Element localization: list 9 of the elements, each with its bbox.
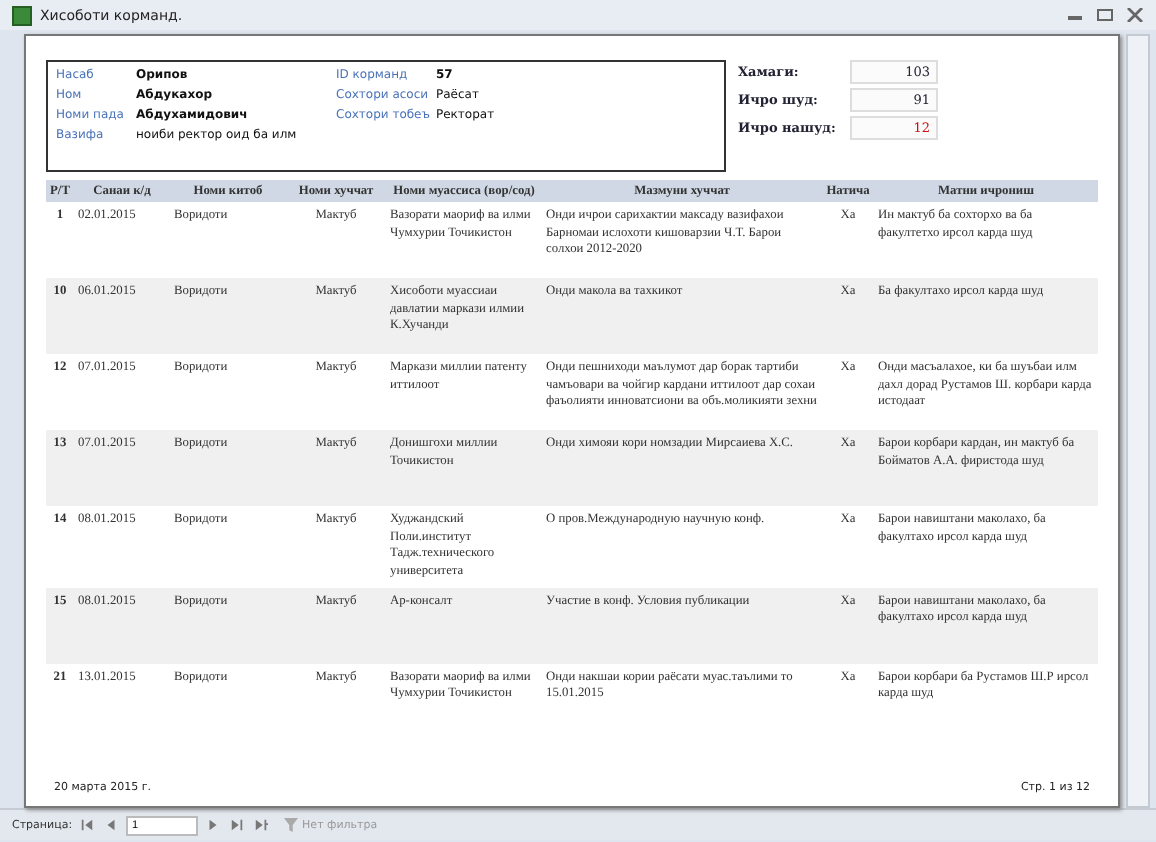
last-page-icon[interactable] (228, 816, 247, 834)
previous-page-icon[interactable] (102, 816, 121, 834)
scrollbar[interactable] (1126, 34, 1150, 808)
close-icon[interactable] (1126, 8, 1144, 22)
filter-icon (284, 818, 299, 832)
new-record-icon[interactable] (252, 816, 271, 834)
app-icon (12, 5, 32, 25)
restore-icon[interactable] (1096, 8, 1114, 22)
first-page-icon[interactable] (78, 816, 97, 834)
